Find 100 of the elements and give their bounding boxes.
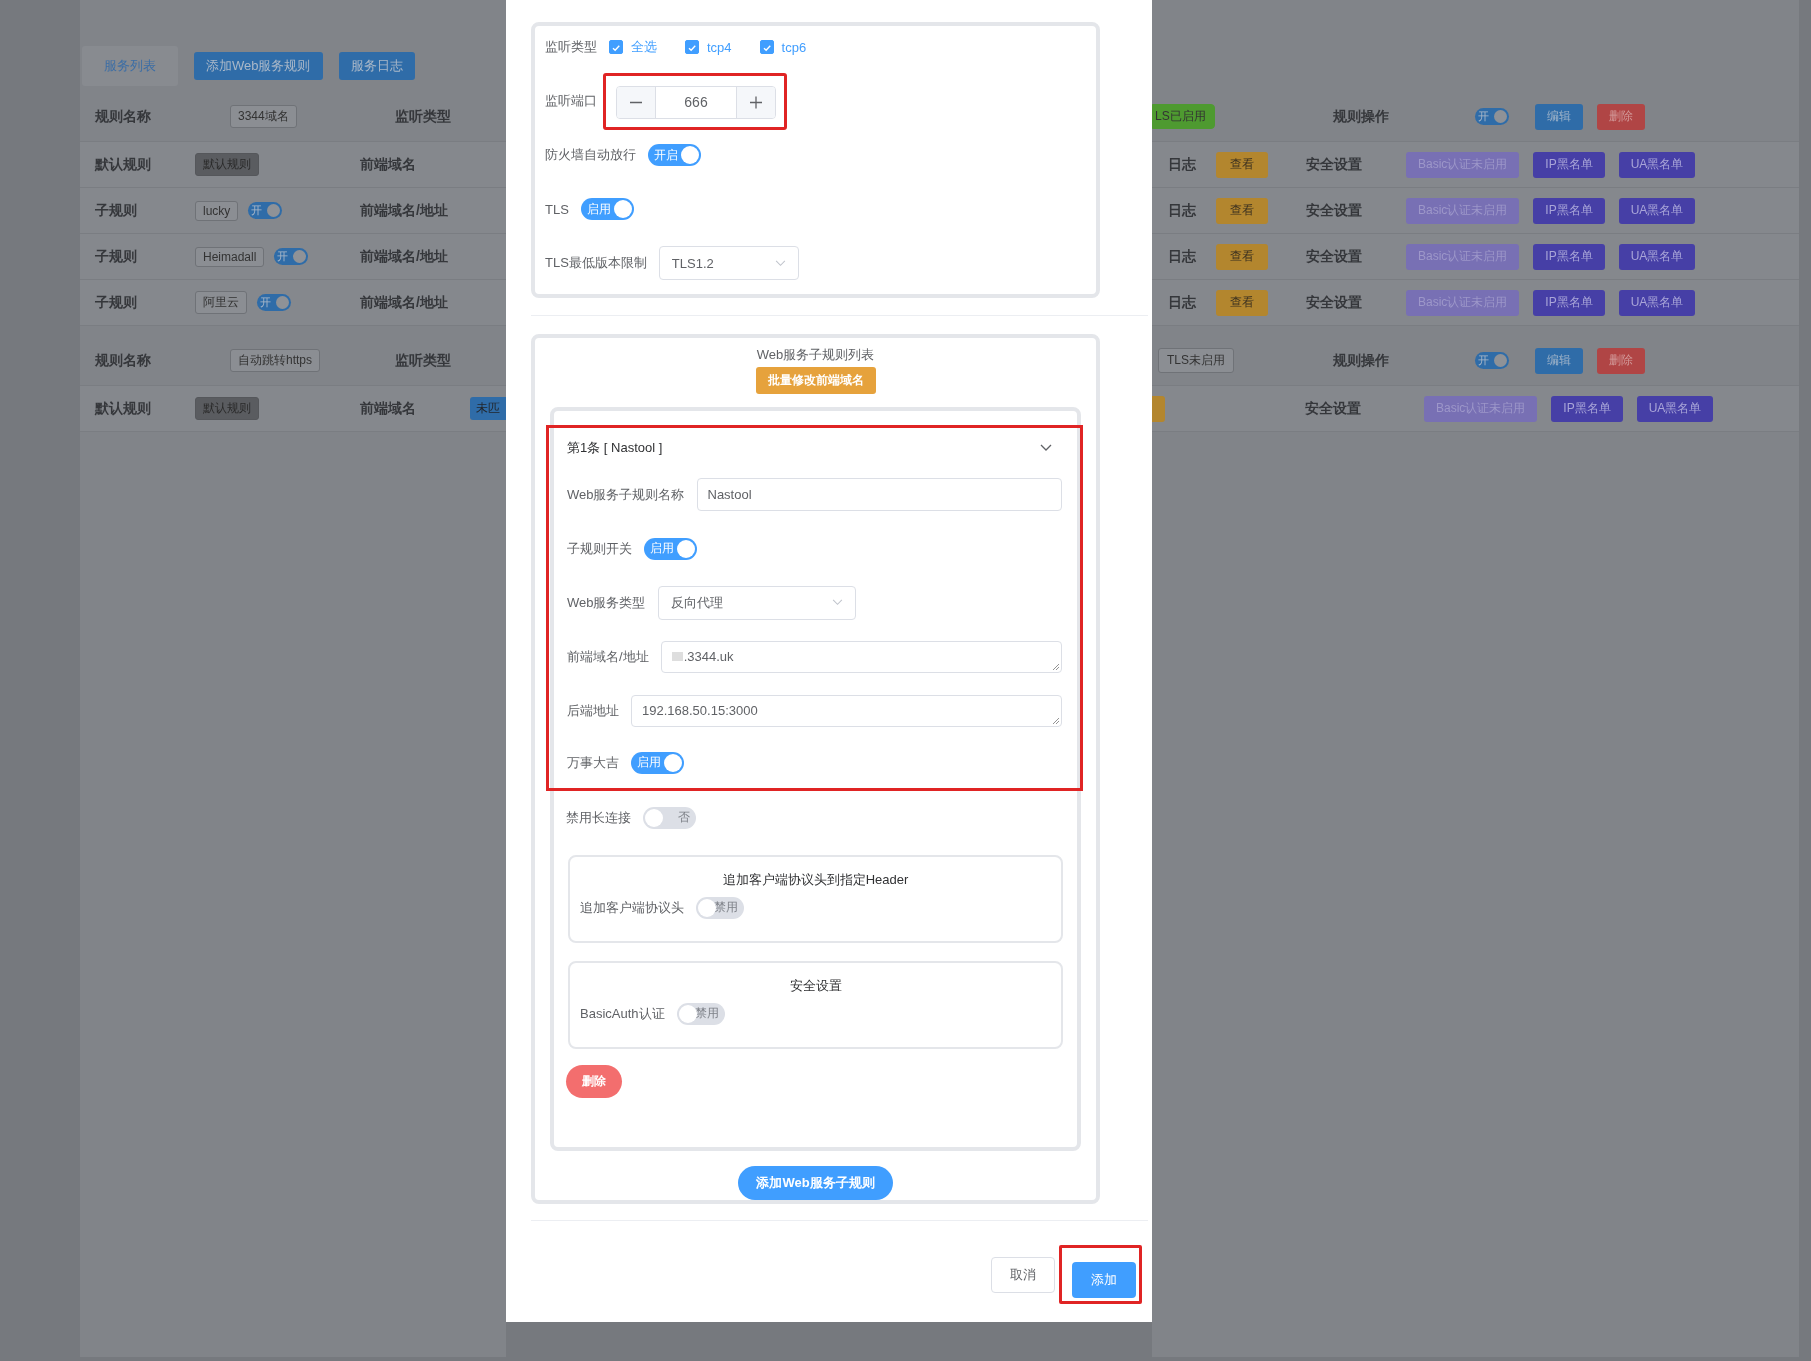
- ip-blacklist-button[interactable]: IP黑名单: [1533, 289, 1605, 316]
- number-stepper[interactable]: 666: [616, 85, 776, 119]
- ip-blacklist-button[interactable]: IP黑名单: [1533, 151, 1605, 178]
- toggle-switch[interactable]: 开: [257, 294, 291, 311]
- field-label: 防火墙自动放行: [545, 146, 636, 164]
- add-button[interactable]: 添加: [1072, 1262, 1136, 1298]
- rule-tag: 阿里云: [195, 291, 247, 314]
- field-label: 万事大吉: [567, 753, 619, 772]
- field-label: 规则操作: [1333, 107, 1390, 126]
- field-label: 禁用长连接: [566, 808, 631, 827]
- rule-name-tag: 3344域名: [230, 105, 297, 128]
- field-label: 监听类型: [395, 351, 451, 370]
- cancel-button[interactable]: 取消: [991, 1256, 1055, 1293]
- field-label: 监听端口: [545, 92, 597, 110]
- field-label: 追加客户端协议头: [580, 898, 684, 917]
- toggle-switch[interactable]: 开: [1475, 352, 1509, 369]
- toggle-switch[interactable]: 禁用: [676, 1002, 725, 1025]
- tls-badge: TLS未启用: [1158, 348, 1234, 373]
- toggle-switch[interactable]: 开: [248, 202, 283, 219]
- select-field[interactable]: TLS1.2: [658, 246, 799, 280]
- group-title: 追加客户端协议头到指定Header: [721, 870, 910, 889]
- rule-type-label: 子规则: [94, 293, 138, 312]
- delete-button[interactable]: 删除: [1597, 103, 1645, 130]
- resize-grip-icon[interactable]: [1052, 662, 1060, 671]
- toggle-switch[interactable]: 启用: [631, 751, 684, 774]
- rule-type-label: 默认规则: [93, 399, 152, 418]
- field-label: 前端域名/地址: [360, 201, 448, 220]
- field-label: 日志: [1167, 247, 1197, 266]
- status-badge: 未匹: [470, 397, 506, 420]
- ua-blacklist-button[interactable]: UA黑名单: [1636, 395, 1714, 422]
- batch-edit-button[interactable]: 批量修改前端域名: [755, 367, 876, 394]
- tab[interactable]: 服务日志: [338, 52, 415, 80]
- tab[interactable]: 添加Web服务规则: [194, 52, 323, 80]
- ua-blacklist-button[interactable]: UA黑名单: [1618, 197, 1696, 224]
- field-label: 规则操作: [1333, 351, 1390, 370]
- field-label: 后端地址: [567, 701, 619, 720]
- text-area[interactable]: 192.168.50.15:3000: [631, 694, 1062, 727]
- checkbox[interactable]: tcp6: [759, 39, 807, 55]
- field-label: TLS: [545, 201, 569, 217]
- toggle-switch[interactable]: 启用: [644, 537, 697, 560]
- rule-type-label: 子规则: [94, 247, 138, 266]
- text-area[interactable]: .3344.uk: [660, 640, 1062, 673]
- toggle-switch[interactable]: 禁用: [696, 896, 744, 919]
- field-label: 安全设置: [1304, 399, 1362, 418]
- rule-tag: Heimadall: [195, 246, 265, 267]
- ip-blacklist-button[interactable]: IP黑名单: [1533, 243, 1605, 270]
- checkbox[interactable]: tcp4: [685, 39, 732, 55]
- view-button[interactable]: 查看: [1216, 151, 1268, 178]
- field-label: 安全设置: [1306, 201, 1363, 220]
- rule-tag: lucky: [195, 200, 239, 221]
- field-label: BasicAuth认证: [580, 1004, 665, 1023]
- rule-type-label: 子规则: [94, 201, 138, 220]
- chevron-icon: [831, 599, 843, 607]
- view-button[interactable]: 查看: [1216, 243, 1268, 270]
- select-field[interactable]: 反向代理: [657, 585, 856, 620]
- field-label: 安全设置: [1306, 247, 1363, 266]
- subrule-header[interactable]: 第1条 [ Nastool ]: [567, 438, 663, 457]
- checkbox[interactable]: 全选: [609, 38, 657, 56]
- field-label: 日志: [1167, 201, 1197, 220]
- delete-button[interactable]: 删除: [566, 1064, 622, 1098]
- resize-grip-icon[interactable]: [1052, 716, 1060, 725]
- toggle-switch[interactable]: 否: [643, 806, 696, 829]
- plus-icon[interactable]: [736, 86, 775, 118]
- field-label: 前端域名/地址: [567, 647, 649, 666]
- add-subrule-button[interactable]: 添加Web服务子规则: [738, 1166, 893, 1200]
- toggle-switch[interactable]: 开: [1475, 108, 1509, 125]
- chevron-icon[interactable]: [1040, 443, 1052, 452]
- group-title: 安全设置: [788, 976, 843, 995]
- field-label: 子规则开关: [567, 539, 632, 558]
- field-label: 前端域名/地址: [360, 247, 448, 266]
- ua-blacklist-button[interactable]: UA黑名单: [1618, 151, 1696, 178]
- section-title: Web服务子规则列表: [756, 346, 875, 364]
- edit-button[interactable]: 编辑: [1535, 103, 1583, 130]
- field-label: 规则名称: [94, 107, 152, 126]
- field-label: 前端域名: [360, 399, 416, 418]
- ua-blacklist-button[interactable]: UA黑名单: [1618, 243, 1696, 270]
- delete-button[interactable]: 删除: [1597, 347, 1645, 374]
- field-label: 监听类型: [395, 107, 451, 126]
- toggle-switch[interactable]: 开: [274, 248, 309, 265]
- rule-type-label: 默认规则: [93, 155, 152, 174]
- field-label: 前端域名: [360, 155, 416, 174]
- edit-button[interactable]: 编辑: [1535, 347, 1583, 374]
- view-button[interactable]: 查看: [1216, 289, 1268, 316]
- rule-name-tag: 自动跳转https: [230, 349, 320, 372]
- field-label: Web服务子规则名称: [567, 485, 685, 504]
- toggle-switch[interactable]: 开启: [648, 144, 701, 166]
- input-field[interactable]: Nastool: [696, 478, 1062, 512]
- field-label: 安全设置: [1306, 293, 1363, 312]
- chevron-icon: [774, 259, 786, 267]
- field-label: 日志: [1167, 293, 1197, 312]
- ip-blacklist-button[interactable]: IP黑名单: [1551, 395, 1623, 422]
- tls-badge: LS已启用: [1152, 104, 1215, 129]
- ip-blacklist-button[interactable]: IP黑名单: [1533, 197, 1605, 224]
- field-label: Web服务类型: [567, 593, 646, 612]
- tab[interactable]: 服务列表: [82, 46, 178, 86]
- ua-blacklist-button[interactable]: UA黑名单: [1618, 289, 1696, 316]
- toggle-switch[interactable]: 启用: [580, 198, 634, 220]
- view-button[interactable]: 查看: [1216, 197, 1268, 224]
- field-label: 安全设置: [1306, 155, 1363, 174]
- field-label: 监听类型: [545, 38, 597, 56]
